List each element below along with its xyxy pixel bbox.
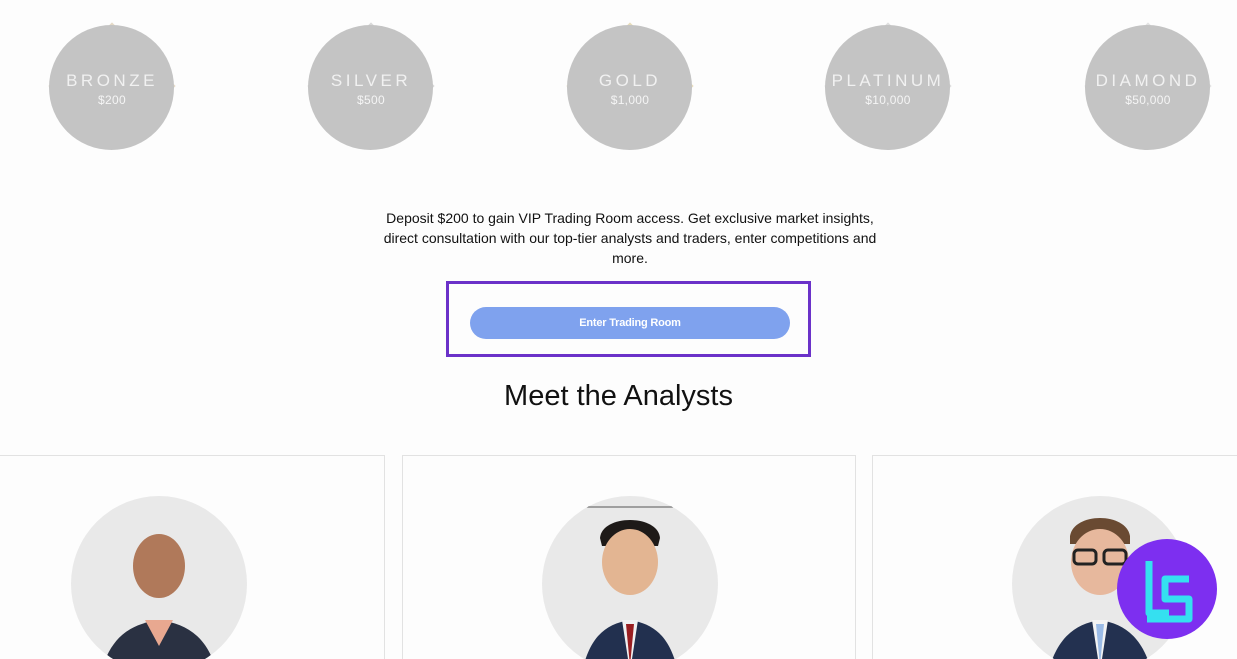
tier-diamond[interactable]: DIAMOND $50,000 <box>1070 8 1226 164</box>
tier-amount: $500 <box>357 93 385 107</box>
tier-amount: $10,000 <box>865 93 911 107</box>
tc-logo-mark-icon <box>1145 561 1193 623</box>
tier-amount: $200 <box>98 93 126 107</box>
tier-name: DIAMOND <box>1095 71 1201 90</box>
analyst-card[interactable] <box>402 455 856 659</box>
tier-amount: $50,000 <box>1125 93 1171 107</box>
tier-silver[interactable]: SILVER $500 <box>293 8 449 164</box>
analyst-photo-icon <box>105 534 213 659</box>
tier-amount: $1,000 <box>610 93 650 107</box>
section-title: Meet the Analysts <box>504 380 733 412</box>
analyst-photo-icon <box>585 506 675 659</box>
tier-name: PLATINUM <box>831 71 945 90</box>
tier-name: BRONZE <box>66 71 158 90</box>
analyst-avatar <box>71 496 247 659</box>
tier-name: SILVER <box>330 71 412 90</box>
tier-description: Deposit $200 to gain VIP Trading Room ac… <box>383 210 877 266</box>
tier-platinum[interactable]: PLATINUM $10,000 <box>810 8 966 164</box>
tier-bronze[interactable]: BRONZE $200 <box>34 8 190 164</box>
analyst-avatar <box>542 496 718 659</box>
tier-name: GOLD <box>598 71 662 90</box>
analyst-card[interactable] <box>0 455 385 659</box>
enter-trading-room-button[interactable]: Enter Trading Room <box>470 307 790 339</box>
tc-logo-icon <box>1117 539 1217 639</box>
tier-gold[interactable]: GOLD $1,000 <box>552 8 708 164</box>
